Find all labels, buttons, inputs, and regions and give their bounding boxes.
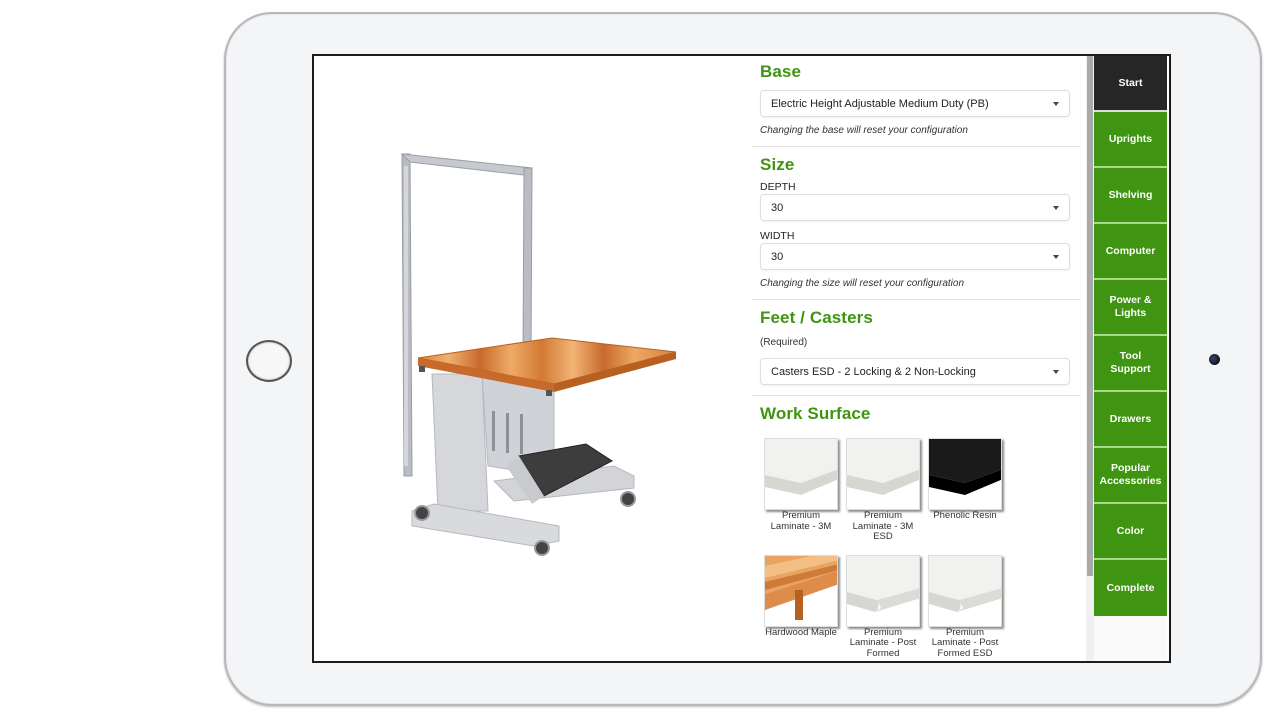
nav-complete[interactable]: Complete <box>1094 560 1167 616</box>
feet-required: (Required) <box>760 337 808 348</box>
caster-front-right <box>534 540 550 556</box>
resin-swatch-image <box>928 438 1002 510</box>
laminate-swatch-image <box>846 438 920 510</box>
chevron-down-icon <box>1053 255 1059 259</box>
swatch-premium-laminate-3m-esd[interactable]: Premium Laminate - 3M ESD <box>846 438 924 543</box>
nav-power-lights[interactable]: Power & Lights <box>1094 280 1167 336</box>
width-select[interactable]: 30 <box>760 243 1070 270</box>
nav-drawers[interactable]: Drawers <box>1094 392 1167 448</box>
scrollbar-thumb[interactable] <box>1087 56 1093 576</box>
swatch-hardwood-maple[interactable]: Hardwood Maple <box>764 554 842 660</box>
size-note: Changing the size will reset your config… <box>760 278 964 289</box>
upright-top-bar <box>400 153 533 177</box>
swatch-label: Premium Laminate - 3M ESD <box>852 510 914 542</box>
front-camera <box>1209 354 1220 365</box>
depth-select[interactable]: 30 <box>760 194 1070 221</box>
nav-shelving[interactable]: Shelving <box>1094 168 1167 224</box>
base-note: Changing the base will reset your config… <box>760 125 968 136</box>
nav-popular-accessories[interactable]: Popular Accessories <box>1094 448 1167 504</box>
work-surface-options: Premium Laminate - 3M Premium Laminate -… <box>764 438 1078 659</box>
swatch-premium-laminate-3m[interactable]: Premium Laminate - 3M <box>764 438 842 543</box>
workbench-render <box>400 153 677 556</box>
base-section: Base Electric Height Adjustable Medium D… <box>750 56 1086 136</box>
swatch-premium-laminate-post-formed-esd[interactable]: Premium Laminate - Post Formed ESD <box>928 554 1006 660</box>
nav-start[interactable]: Start <box>1094 56 1167 112</box>
base-selected-value: Electric Height Adjustable Medium Duty (… <box>771 98 989 110</box>
width-value: 30 <box>771 251 784 263</box>
chevron-down-icon <box>1053 206 1059 210</box>
maple-swatch-image <box>764 554 838 627</box>
laminate-swatch-image <box>764 438 838 510</box>
configurator-screen: Base Electric Height Adjustable Medium D… <box>312 54 1171 663</box>
feet-select[interactable]: Casters ESD - 2 Locking & 2 Non-Locking <box>760 358 1070 385</box>
width-label: WIDTH <box>760 230 795 242</box>
nav-computer[interactable]: Computer <box>1094 224 1167 280</box>
feet-title: Feet / Casters <box>760 308 873 327</box>
swatch-label: Premium Laminate - 3M <box>770 510 832 532</box>
configuration-panel: Base Electric Height Adjustable Medium D… <box>750 56 1086 661</box>
caster-rear-right <box>620 491 636 507</box>
work-surface-title: Work Surface <box>760 404 871 423</box>
base-select[interactable]: Electric Height Adjustable Medium Duty (… <box>760 90 1070 117</box>
depth-value: 30 <box>771 202 784 214</box>
nav-color[interactable]: Color <box>1094 504 1167 560</box>
swatch-phenolic-resin[interactable]: Phenolic Resin <box>928 438 1006 543</box>
step-navigation: Start Uprights Shelving Computer Power &… <box>1094 56 1167 661</box>
nav-empty-area <box>1094 616 1167 661</box>
home-button[interactable] <box>246 340 292 382</box>
base-title: Base <box>760 62 802 81</box>
product-3d-viewer[interactable] <box>314 56 750 661</box>
feet-selected-value: Casters ESD - 2 Locking & 2 Non-Locking <box>771 366 976 378</box>
depth-label: DEPTH <box>760 181 796 193</box>
swatch-premium-laminate-post-formed[interactable]: Premium Laminate - Post Formed <box>846 554 924 660</box>
feet-section: Feet / Casters (Required) Casters ESD - … <box>750 300 1086 395</box>
panel-scrollbar[interactable] <box>1086 56 1094 661</box>
size-section: Size DEPTH 30 WIDTH 30 Changing the size… <box>750 147 1086 289</box>
upright-right-post <box>522 167 533 357</box>
nav-uprights[interactable]: Uprights <box>1094 112 1167 168</box>
chevron-down-icon <box>1053 102 1059 106</box>
column <box>431 373 489 512</box>
chevron-down-icon <box>1053 370 1059 374</box>
swatch-label: Premium Laminate - Post Formed <box>849 626 917 659</box>
laminate-swatch-image <box>846 554 920 627</box>
caster-front-left <box>414 505 430 521</box>
swatch-label: Premium Laminate - Post Formed ESD <box>931 626 999 659</box>
nav-tool-support[interactable]: Tool Support <box>1094 336 1167 392</box>
laminate-swatch-image <box>928 554 1002 627</box>
swatch-label: Phenolic Resin <box>933 510 997 521</box>
work-surface-section: Work Surface Premium Laminate - 3M Premi… <box>750 396 1086 659</box>
size-title: Size <box>760 155 795 174</box>
swatch-label: Hardwood Maple <box>765 626 837 638</box>
